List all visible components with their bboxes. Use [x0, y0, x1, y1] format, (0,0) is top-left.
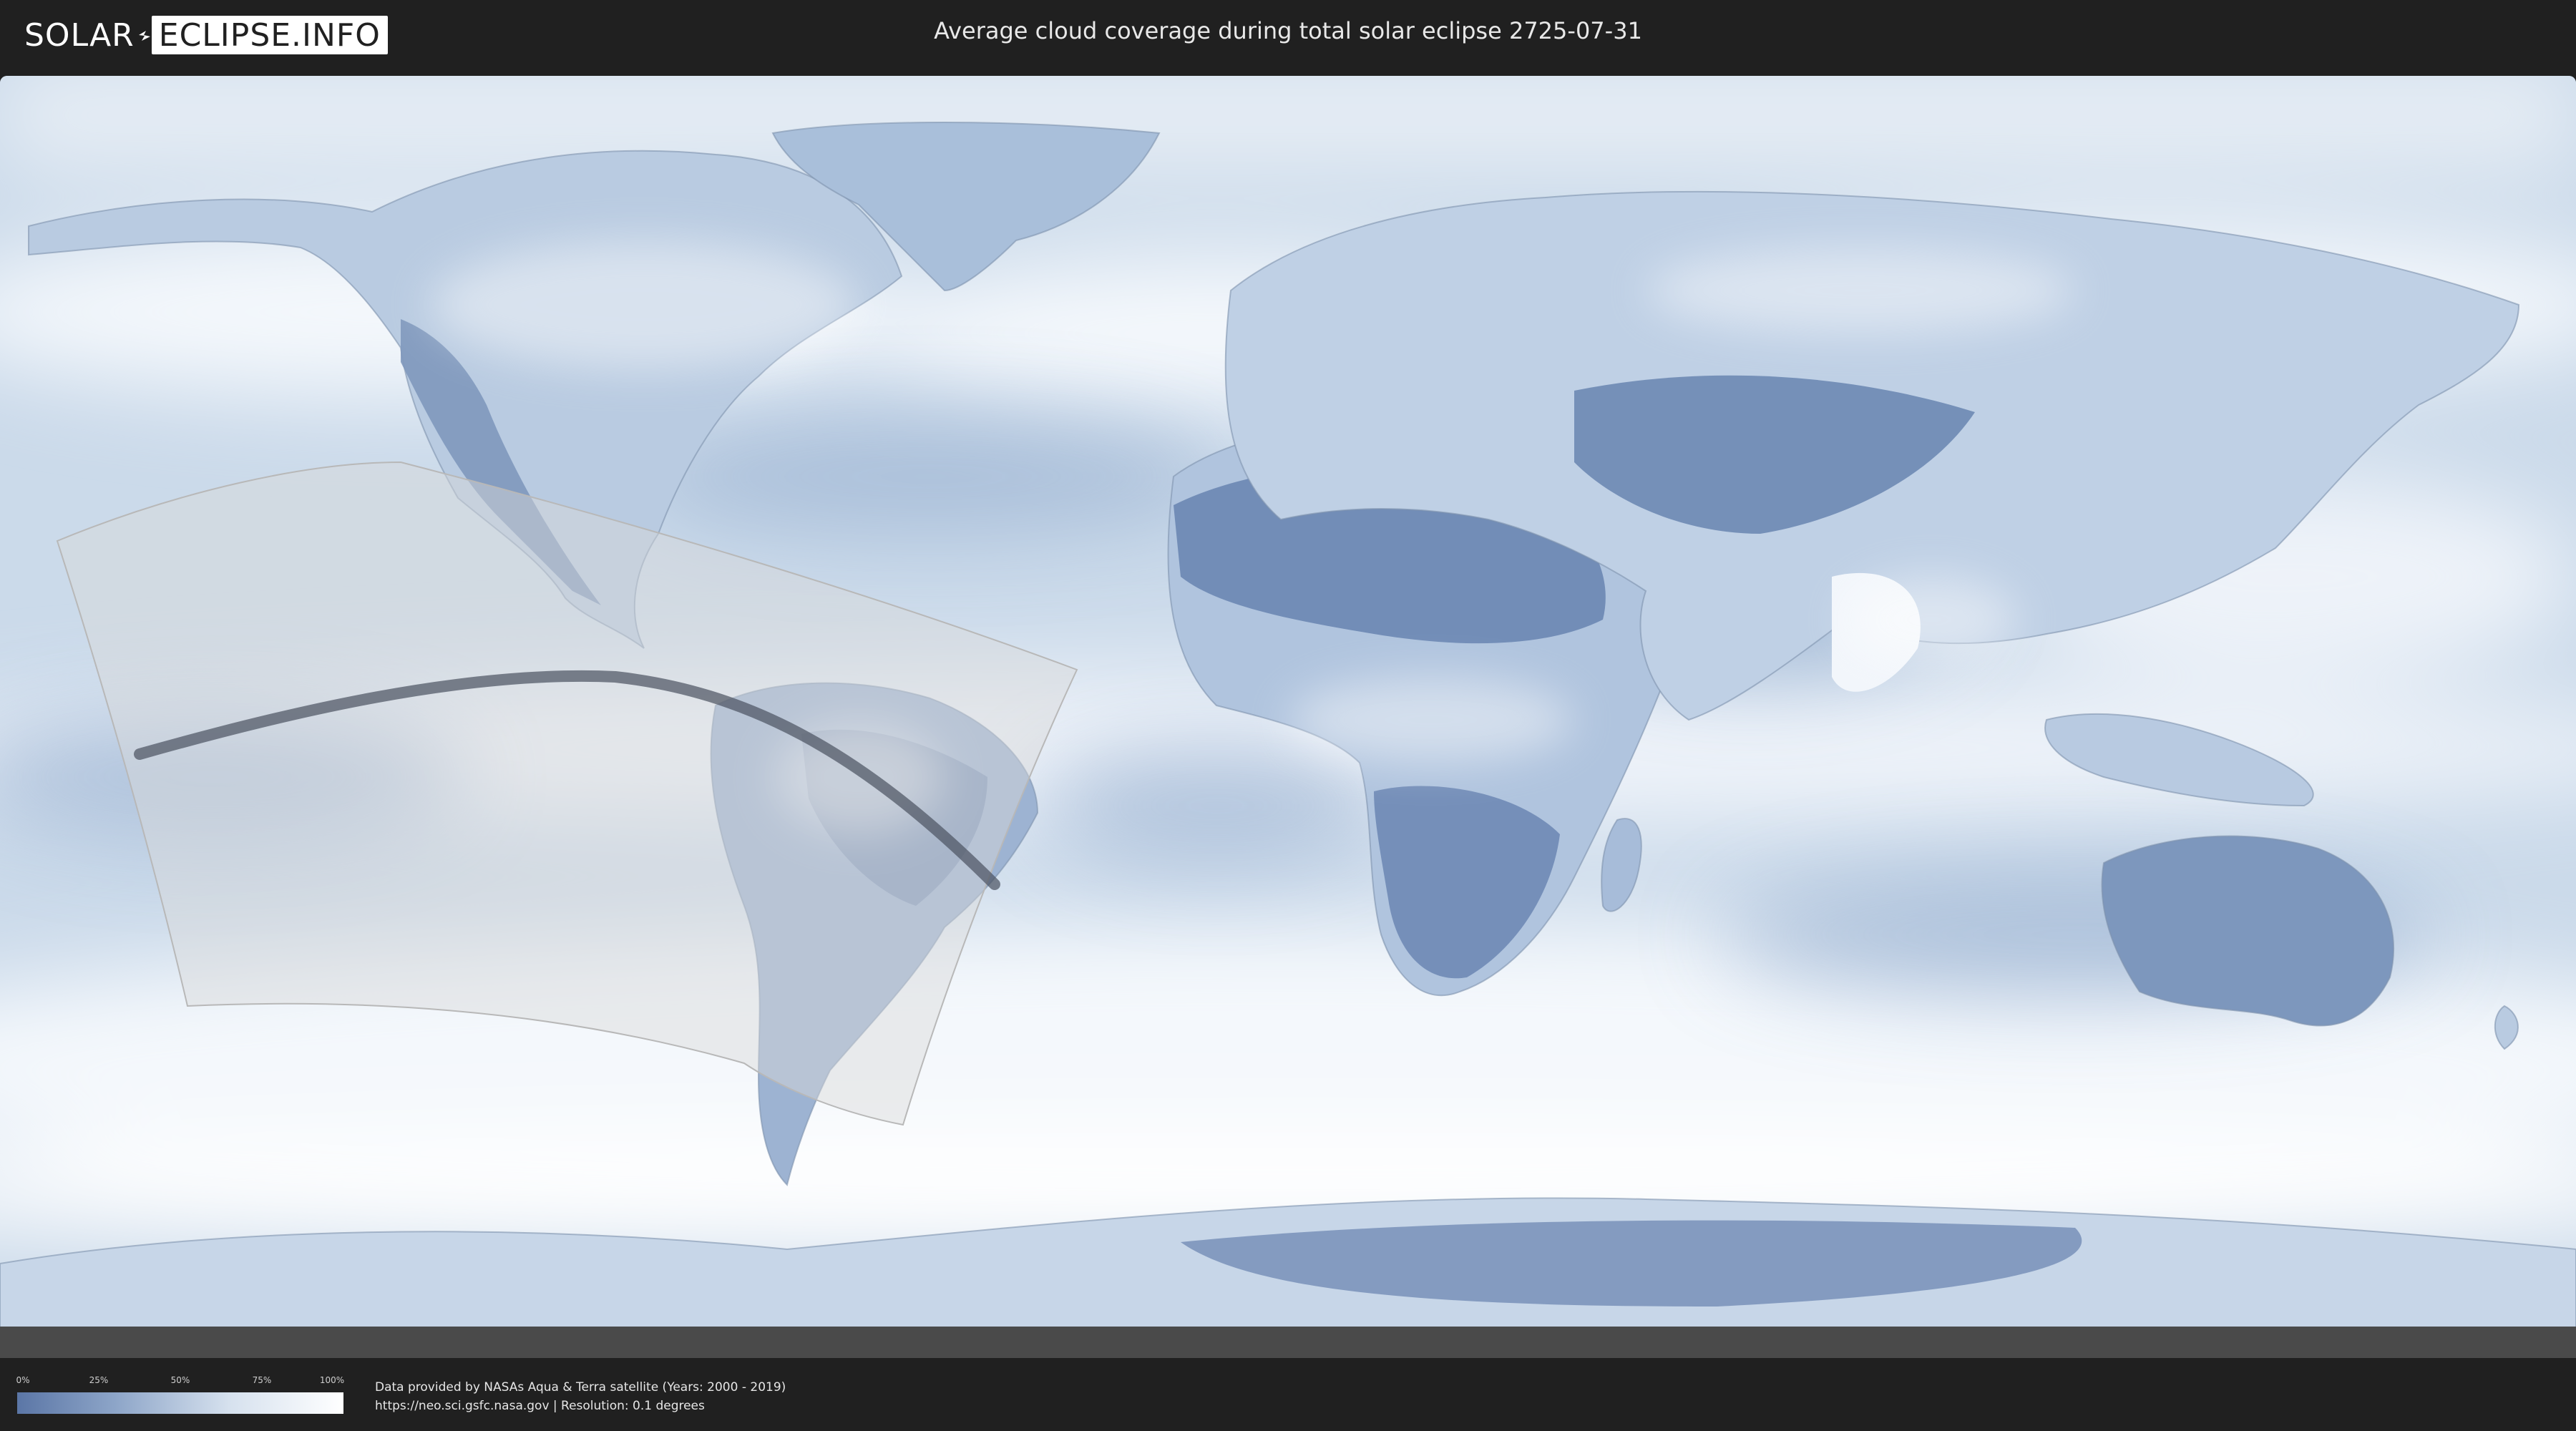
- logo-text-solar: SOLAR: [24, 16, 135, 54]
- site-logo[interactable]: SOLAR ECLIPSE.INFO: [20, 16, 388, 54]
- cloud-coverage-map[interactable]: [0, 76, 2576, 1358]
- page-title: Average cloud coverage during total sola…: [934, 17, 1642, 44]
- map-bottom-strip: [0, 1327, 2576, 1358]
- legend-ticks: 0% 25% 50% 75% 100%: [16, 1375, 345, 1387]
- legend-tick-75: 75%: [252, 1375, 272, 1385]
- legend-tick-0: 0%: [16, 1375, 30, 1385]
- map-canvas: [0, 76, 2576, 1358]
- eclipse-spark-icon: [138, 31, 150, 41]
- logo-text-eclipse-info: ECLIPSE.INFO: [151, 16, 388, 54]
- credit-line-source: Data provided by NASAs Aqua & Terra sate…: [375, 1380, 786, 1395]
- credit-line-url[interactable]: https://neo.sci.gsfc.nasa.gov | Resoluti…: [375, 1397, 786, 1415]
- header-bar: SOLAR ECLIPSE.INFO Average cloud coverag…: [0, 0, 2576, 72]
- legend-tick-25: 25%: [89, 1375, 109, 1385]
- cloud-coverage-legend: 0% 25% 50% 75% 100%: [16, 1375, 345, 1415]
- legend-tick-50: 50%: [170, 1375, 190, 1385]
- legend-color-bar: [17, 1392, 343, 1414]
- legend-tick-100: 100%: [319, 1375, 345, 1385]
- data-credit: Data provided by NASAs Aqua & Terra sate…: [375, 1378, 786, 1415]
